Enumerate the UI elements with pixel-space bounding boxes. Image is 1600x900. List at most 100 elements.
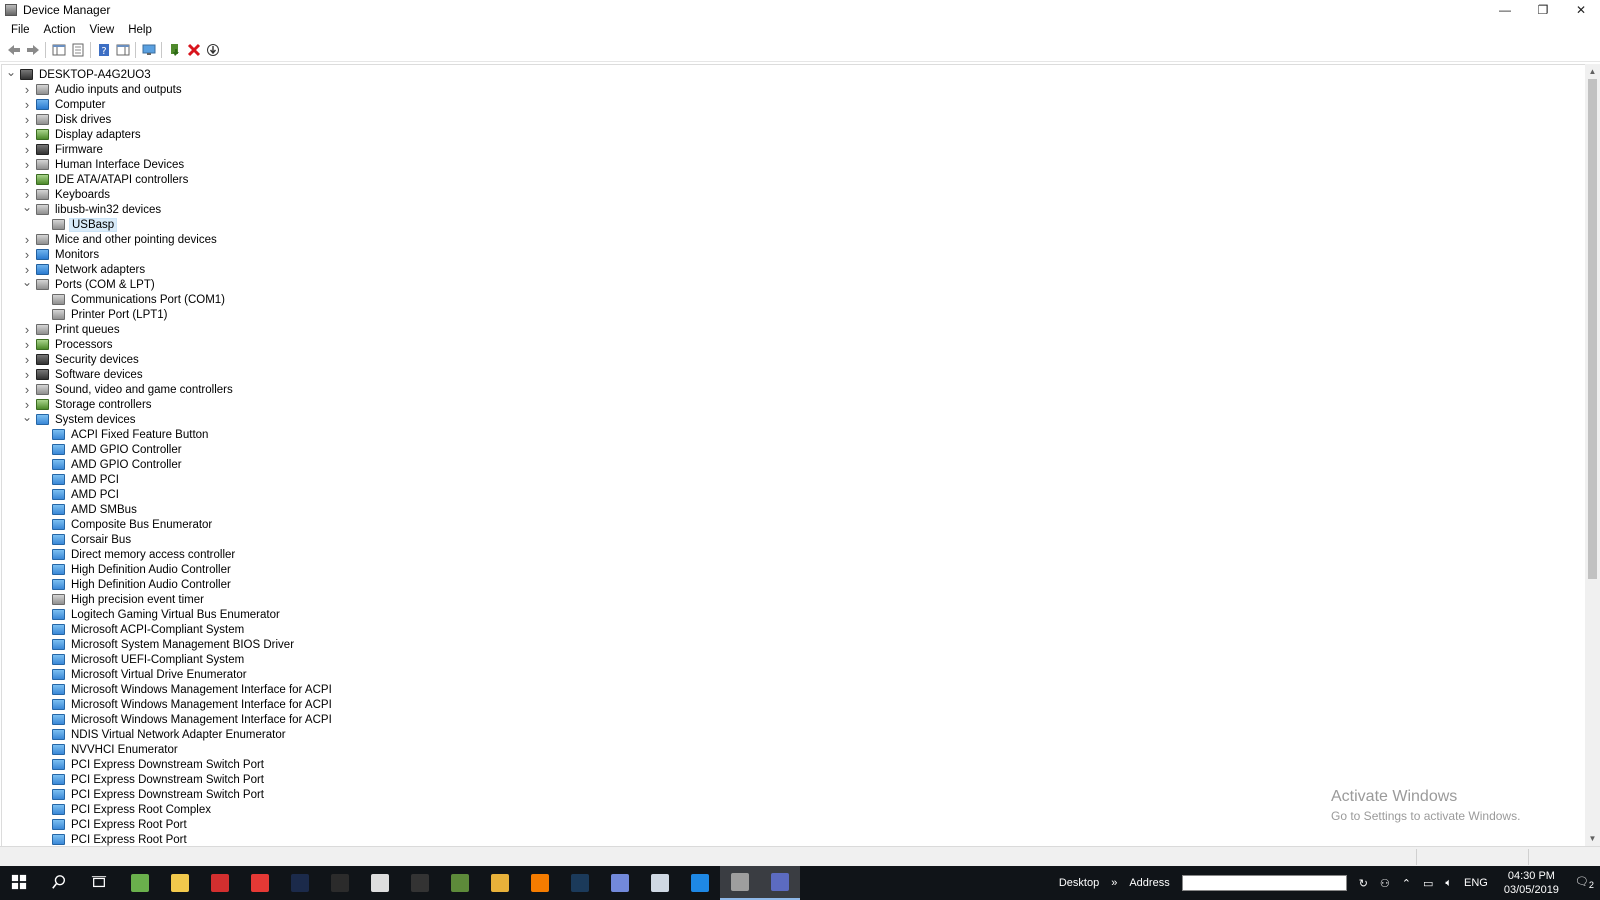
close-button[interactable]: ✕ — [1562, 0, 1600, 20]
tree-device[interactable]: Direct memory access controller — [2, 547, 334, 562]
tree-category[interactable]: › Audio inputs and outputs — [2, 82, 334, 97]
show-hidden-icons-icon[interactable]: ⌃ — [1402, 877, 1411, 890]
expand-chevron-icon[interactable]: › — [21, 382, 33, 397]
tree-device[interactable]: NVVHCI Enumerator — [2, 742, 334, 757]
network-icon[interactable]: ▭ — [1423, 877, 1433, 890]
expand-chevron-icon[interactable]: › — [21, 127, 33, 142]
tree-device[interactable]: AMD GPIO Controller — [2, 442, 334, 457]
expand-chevron-icon[interactable]: › — [21, 352, 33, 367]
tree-category[interactable]: ⌄ System devices — [2, 410, 334, 427]
tree-category[interactable]: ⌄ libusb-win32 devices — [2, 200, 334, 217]
display-icon[interactable] — [139, 41, 158, 60]
tree-category[interactable]: › IDE ATA/ATAPI controllers — [2, 172, 334, 187]
tree-root[interactable]: ⌄ DESKTOP-A4G2UO3 — [2, 65, 334, 82]
file-explorer-icon[interactable] — [160, 866, 200, 900]
expand-chevron-icon[interactable]: › — [21, 322, 33, 337]
tree-device[interactable]: Microsoft Windows Management Interface f… — [2, 712, 334, 727]
tree-device[interactable]: AMD PCI — [2, 472, 334, 487]
vertical-scrollbar[interactable]: ▲ ▼ — [1585, 64, 1600, 846]
back-icon[interactable] — [4, 41, 23, 60]
tree-device[interactable]: PCI Express Root Port — [2, 817, 334, 832]
tree-category[interactable]: › Security devices — [2, 352, 334, 367]
photoshop-app-icon[interactable] — [280, 866, 320, 900]
expand-chevron-icon[interactable]: › — [21, 247, 33, 262]
steam-app-icon[interactable] — [560, 866, 600, 900]
tree-device[interactable]: NDIS Virtual Network Adapter Enumerator — [2, 727, 334, 742]
collapse-chevron-icon[interactable]: ⌄ — [21, 200, 33, 215]
scroll-thumb[interactable] — [1588, 79, 1597, 579]
tree-device[interactable]: Microsoft Windows Management Interface f… — [2, 682, 334, 697]
properties-icon[interactable] — [68, 41, 87, 60]
tree-device[interactable]: Microsoft Virtual Drive Enumerator — [2, 667, 334, 682]
tree-category[interactable]: › Display adapters — [2, 127, 334, 142]
red-app-icon[interactable] — [240, 866, 280, 900]
dark-app-icon[interactable] — [320, 866, 360, 900]
ccleaner-app-icon[interactable] — [680, 866, 720, 900]
search-icon[interactable] — [40, 866, 80, 900]
tree-device[interactable]: Logitech Gaming Virtual Bus Enumerator — [2, 607, 334, 622]
window-app-icon[interactable] — [640, 866, 680, 900]
tree-category[interactable]: › Keyboards — [2, 187, 334, 202]
refresh-icon[interactable]: ↻ — [1359, 877, 1368, 890]
address-input[interactable] — [1181, 875, 1347, 891]
tree-device[interactable]: PCI Express Downstream Switch Port — [2, 772, 334, 787]
notification-center-icon[interactable]: 🗨︎2 — [1575, 875, 1594, 890]
tree-device[interactable]: PCI Express Downstream Switch Port — [2, 787, 334, 802]
tree-device[interactable]: Corsair Bus — [2, 532, 334, 547]
clock[interactable]: 04:30 PM 03/05/2019 — [1504, 869, 1559, 897]
chevron-icon[interactable]: » — [1111, 877, 1117, 889]
tree-device[interactable]: PCI Express Downstream Switch Port — [2, 757, 334, 772]
tree-device[interactable]: PCI Express Root Port — [2, 832, 334, 846]
expand-chevron-icon[interactable]: › — [21, 337, 33, 352]
tree-device[interactable]: PCI Express Root Complex — [2, 802, 334, 817]
tree-category[interactable]: › Firmware — [2, 142, 334, 157]
uninstall-icon[interactable] — [184, 41, 203, 60]
scroll-up-icon[interactable]: ▲ — [1585, 64, 1600, 79]
tree-device[interactable]: AMD SMBus — [2, 502, 334, 517]
expand-chevron-icon[interactable]: › — [21, 157, 33, 172]
tree-device[interactable]: High Definition Audio Controller — [2, 562, 334, 577]
origin-app-icon[interactable] — [520, 866, 560, 900]
scroll-down-icon[interactable]: ▼ — [1585, 831, 1600, 846]
help-icon[interactable]: ? — [94, 41, 113, 60]
chrome-app-icon[interactable] — [480, 866, 520, 900]
expand-chevron-icon[interactable]: › — [21, 112, 33, 127]
tree-device[interactable]: Printer Port (LPT1) — [2, 307, 334, 322]
device-manager-app-icon[interactable] — [720, 866, 760, 900]
maximize-button[interactable]: ❐ — [1524, 0, 1562, 20]
discord-app-icon[interactable] — [600, 866, 640, 900]
collapse-chevron-icon[interactable]: ⌄ — [21, 275, 33, 290]
menu-action[interactable]: Action — [37, 24, 83, 36]
tree-category[interactable]: › Software devices — [2, 367, 334, 382]
tree-category[interactable]: ⌄ Ports (COM & LPT) — [2, 275, 334, 292]
notepad-app-icon[interactable] — [120, 866, 160, 900]
tree-device[interactable]: Communications Port (COM1) — [2, 292, 334, 307]
language-indicator[interactable]: ENG — [1464, 877, 1488, 889]
tree-category[interactable]: › Storage controllers — [2, 397, 334, 412]
tree-category[interactable]: › Human Interface Devices — [2, 157, 334, 172]
action-pane-icon[interactable] — [113, 41, 132, 60]
volume-icon[interactable]: 🔈︎ — [1445, 877, 1452, 890]
tree-category[interactable]: › Sound, video and game controllers — [2, 382, 334, 397]
epic-games-icon[interactable] — [400, 866, 440, 900]
tree-device[interactable]: ACPI Fixed Feature Button — [2, 427, 334, 442]
tree-device[interactable]: Microsoft UEFI-Compliant System — [2, 652, 334, 667]
tree-device[interactable]: High precision event timer — [2, 592, 334, 607]
menu-view[interactable]: View — [83, 24, 122, 36]
tree-category[interactable]: › Computer — [2, 97, 334, 112]
tree-device[interactable]: USBasp — [2, 217, 334, 232]
menu-file[interactable]: File — [4, 24, 37, 36]
tree-category[interactable]: › Mice and other pointing devices — [2, 232, 334, 247]
start-button[interactable] — [0, 866, 40, 900]
forward-icon[interactable] — [23, 41, 42, 60]
minimize-button[interactable]: — — [1486, 0, 1524, 20]
collapse-chevron-icon[interactable]: ⌄ — [21, 410, 33, 425]
download-icon[interactable] — [203, 41, 222, 60]
acrobat-app-icon[interactable] — [200, 866, 240, 900]
tree-category[interactable]: › Processors — [2, 337, 334, 352]
people-icon[interactable]: ⚇ — [1380, 877, 1390, 890]
tree-device[interactable]: Microsoft ACPI-Compliant System — [2, 622, 334, 637]
tree-device[interactable]: Composite Bus Enumerator — [2, 517, 334, 532]
update-driver-icon[interactable] — [165, 41, 184, 60]
tree-device[interactable]: Microsoft System Management BIOS Driver — [2, 637, 334, 652]
